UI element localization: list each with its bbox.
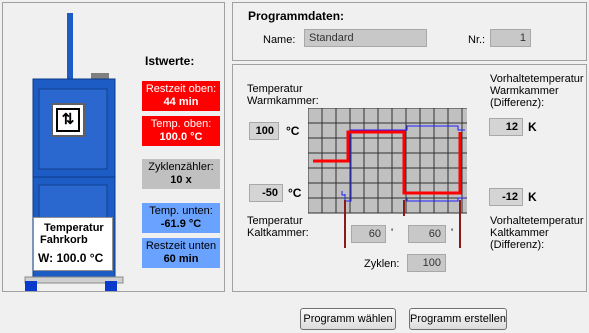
vorhalt-kalt-field[interactable]: -12 — [489, 188, 523, 206]
fahrkorb-subtitle: Fahrkorb — [40, 234, 88, 246]
parameter-panel: Temperatur Warmkammer: 100 °C -50 °C Tem… — [232, 64, 587, 292]
restzeit-unten-box: Restzeit unten 60 min — [142, 238, 220, 268]
zyklenzaehler-label: Zyklenzähler: — [148, 161, 214, 173]
time-2-unit: ' — [451, 227, 454, 239]
vorhalt-warm-unit: K — [528, 120, 537, 134]
zyklenzaehler-box: Zyklenzähler: 10 x — [142, 159, 220, 189]
kalt-label-2: Kaltkammer: — [247, 227, 309, 239]
temp-oben-box: Temp. oben: 100.0 °C — [142, 116, 220, 146]
vorhalt-warm-label-2: Warmkammer — [490, 85, 559, 97]
vorhalt-warm-label-1: Vorhaltetemperatur — [490, 73, 584, 85]
temp-oben-label: Temp. oben: — [150, 118, 212, 130]
zyklen-field[interactable]: 100 — [407, 254, 446, 272]
warm-label-1: Temperatur — [247, 83, 303, 95]
kalt-label-1: Temperatur — [247, 215, 303, 227]
vorhalt-kalt-label-2: Kaltkammer — [490, 227, 549, 239]
vorhalt-kalt-label-3: (Differenz): — [490, 239, 545, 251]
istwerte-panel: ⇅ Temperatur Fahrkorb W: 100.0 °C Istwer… — [2, 2, 225, 292]
fahrkorb-value: W: 100.0 °C — [38, 251, 104, 265]
vorhalt-kalt-label-1: Vorhaltetemperatur — [490, 215, 584, 227]
time-1-unit: ' — [391, 227, 394, 239]
programmdaten-panel: Programmdaten: Name: Standard Nr.: 1 — [232, 2, 587, 61]
time-field-1[interactable]: 60 — [351, 225, 386, 243]
vorhalt-warm-label-3: (Differenz): — [490, 97, 545, 109]
programmdaten-title: Programmdaten: — [248, 9, 345, 23]
nr-field[interactable]: 1 — [490, 29, 531, 47]
warm-unit: °C — [286, 124, 300, 138]
zyklen-label: Zyklen: — [364, 258, 400, 270]
warm-label-2: Warmkammer: — [247, 95, 319, 107]
restzeit-unten-value: 60 min — [163, 253, 199, 265]
kalt-temp-field[interactable]: -50 — [249, 184, 283, 202]
name-field[interactable]: Standard — [304, 29, 427, 47]
temperature-profile-graph — [308, 108, 467, 248]
name-label: Name: — [263, 34, 296, 46]
fahrkorb-box: Temperatur Fahrkorb W: 100.0 °C — [33, 217, 113, 271]
istwerte-title: Istwerte: — [145, 54, 195, 68]
nr-label: Nr.: — [468, 34, 486, 46]
kalt-unit: °C — [288, 186, 302, 200]
warm-temp-field[interactable]: 100 — [249, 122, 279, 140]
fahrkorb-title: Temperatur — [44, 222, 104, 234]
zyklenzaehler-value: 10 x — [170, 174, 192, 186]
vorhalt-warm-field[interactable]: 12 — [489, 118, 523, 136]
restzeit-oben-box: Restzeit oben: 44 min — [142, 81, 220, 111]
temp-unten-label: Temp. unten: — [149, 205, 213, 217]
restzeit-unten-label: Restzeit unten — [145, 240, 217, 252]
vorhalt-kalt-unit: K — [528, 190, 537, 204]
programm-waehlen-button[interactable]: Programm wählen — [300, 308, 396, 330]
programm-erstellen-button[interactable]: Programm erstellen — [409, 308, 507, 330]
arrows-icon: ⇅ — [51, 103, 85, 137]
temp-unten-box: Temp. unten: -61.9 °C — [142, 203, 220, 233]
temp-unten-value: -61.9 °C — [160, 218, 202, 230]
restzeit-oben-label: Restzeit oben: — [145, 83, 217, 95]
time-field-2[interactable]: 60 — [408, 225, 446, 243]
temp-oben-value: 100.0 °C — [159, 131, 203, 143]
restzeit-oben-value: 44 min — [163, 96, 199, 108]
